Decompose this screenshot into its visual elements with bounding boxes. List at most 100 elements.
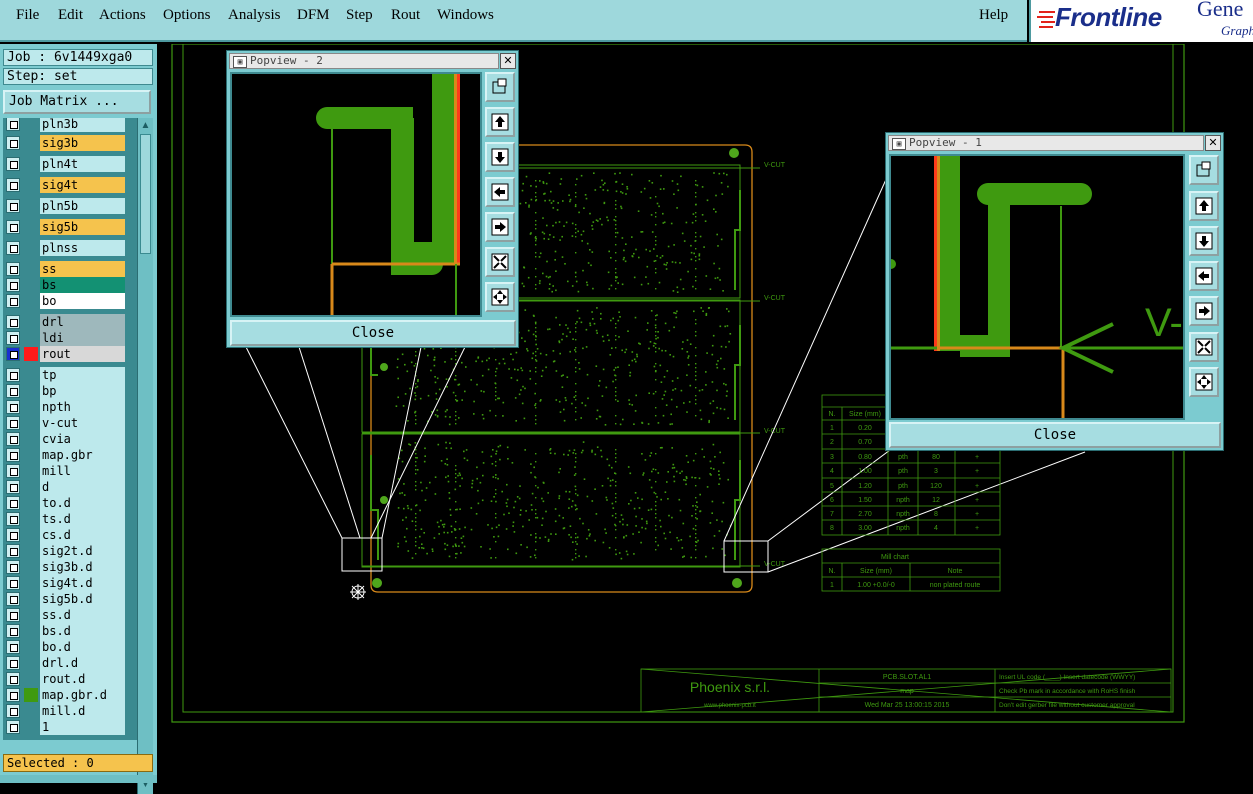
layer-color-swatch[interactable] [24, 720, 38, 734]
layer-checkbox[interactable] [6, 720, 20, 734]
popview-1-window[interactable]: ▣ Popview - 1 ✕ V- Close [885, 132, 1224, 451]
layer-name[interactable]: map.gbr [40, 447, 125, 463]
layer-row[interactable]: sig4t.d [3, 575, 127, 591]
layer-checkbox[interactable] [6, 368, 20, 382]
menu-step[interactable]: Step [346, 7, 373, 24]
layer-row[interactable]: drl.d [3, 655, 127, 671]
zoom-out-icon[interactable] [1189, 332, 1219, 362]
popview-2-titlebar[interactable]: ▣ Popview - 2 [229, 53, 499, 69]
layer-checkbox[interactable] [6, 262, 20, 276]
layer-name[interactable]: sig4t.d [40, 575, 125, 591]
layer-checkbox[interactable] [6, 528, 20, 542]
layer-checkbox[interactable] [6, 640, 20, 654]
layer-name[interactable]: bs [40, 277, 125, 293]
layer-color-swatch[interactable] [24, 704, 38, 718]
layer-name[interactable]: rout [40, 346, 125, 362]
layer-name[interactable]: rout.d [40, 671, 125, 687]
layer-checkbox[interactable] [6, 294, 20, 308]
layer-checkbox[interactable] [6, 544, 20, 558]
popview-1-close-button[interactable]: Close [889, 422, 1221, 448]
zoom-in-icon[interactable] [1189, 367, 1219, 397]
layer-color-swatch[interactable] [24, 241, 38, 255]
layer-color-swatch[interactable] [24, 262, 38, 276]
layer-row[interactable]: drl [3, 314, 127, 330]
layer-name[interactable]: pln4t [40, 156, 125, 172]
layer-color-swatch[interactable] [24, 656, 38, 670]
layer-name[interactable]: sig4t [40, 177, 125, 193]
layer-color-swatch[interactable] [24, 672, 38, 686]
layer-row[interactable]: mill [3, 463, 127, 479]
layer-row[interactable]: npth [3, 399, 127, 415]
menu-file[interactable]: File [16, 7, 39, 24]
layer-row[interactable]: pln4t [3, 156, 127, 172]
layer-name[interactable]: 1 [40, 719, 125, 735]
layer-name[interactable]: pln5b [40, 198, 125, 214]
layer-color-swatch[interactable] [24, 178, 38, 192]
layer-color-swatch[interactable] [24, 220, 38, 234]
layer-row[interactable]: ss.d [3, 607, 127, 623]
pan-down-icon[interactable] [1189, 226, 1219, 256]
popview-2-close-icon[interactable]: ✕ [500, 53, 516, 69]
pan-left-icon[interactable] [485, 177, 515, 207]
layer-name[interactable]: pln3b [40, 118, 125, 132]
layer-color-swatch[interactable] [24, 416, 38, 430]
layer-color-swatch[interactable] [24, 278, 38, 292]
layer-name[interactable]: v-cut [40, 415, 125, 431]
layer-checkbox[interactable] [6, 432, 20, 446]
layer-row[interactable]: tp [3, 367, 127, 383]
layer-name[interactable]: npth [40, 399, 125, 415]
layer-color-swatch[interactable] [24, 448, 38, 462]
layer-row[interactable]: rout [3, 346, 127, 362]
layer-name[interactable]: drl [40, 314, 125, 330]
pan-up-icon[interactable] [485, 107, 515, 137]
layer-checkbox[interactable] [6, 672, 20, 686]
layer-color-swatch[interactable] [24, 331, 38, 345]
layer-name[interactable]: sig5b [40, 219, 125, 235]
layer-name[interactable]: cs.d [40, 527, 125, 543]
layer-row[interactable]: ss [3, 261, 127, 277]
layer-checkbox[interactable] [6, 464, 20, 478]
layer-row[interactable]: to.d [3, 495, 127, 511]
layer-color-swatch[interactable] [24, 544, 38, 558]
layer-checkbox[interactable] [6, 347, 20, 361]
pan-right-icon[interactable] [1189, 296, 1219, 326]
layer-name[interactable]: d [40, 479, 125, 495]
zoom-fit-icon[interactable] [485, 72, 515, 102]
layer-checkbox[interactable] [6, 400, 20, 414]
layer-row[interactable]: sig3b.d [3, 559, 127, 575]
layer-row[interactable]: cvia [3, 431, 127, 447]
job-matrix-button[interactable]: Job Matrix ... [3, 90, 151, 114]
layer-checkbox[interactable] [6, 704, 20, 718]
layer-row[interactable]: 1 [3, 719, 127, 735]
layer-name[interactable]: bo.d [40, 639, 125, 655]
layer-checkbox[interactable] [6, 220, 20, 234]
menu-rout[interactable]: Rout [391, 7, 420, 24]
layer-row[interactable]: bo [3, 293, 127, 309]
layer-name[interactable]: mill.d [40, 703, 125, 719]
layer-row[interactable]: sig3b [3, 135, 127, 151]
layer-row[interactable]: ts.d [3, 511, 127, 527]
layer-color-swatch[interactable] [24, 432, 38, 446]
layer-row[interactable]: sig2t.d [3, 543, 127, 559]
zoom-fit-icon[interactable] [1189, 155, 1219, 185]
layer-color-swatch[interactable] [24, 624, 38, 638]
layer-checkbox[interactable] [6, 688, 20, 702]
popview-2-window[interactable]: ▣ Popview - 2 ✕ Close [226, 50, 519, 348]
layer-color-swatch[interactable] [24, 688, 38, 702]
layer-row[interactable]: bp [3, 383, 127, 399]
layer-checkbox[interactable] [6, 331, 20, 345]
menu-analysis[interactable]: Analysis [228, 7, 281, 24]
layer-name[interactable]: bs.d [40, 623, 125, 639]
layer-checkbox[interactable] [6, 178, 20, 192]
layer-name[interactable]: sig2t.d [40, 543, 125, 559]
menu-options[interactable]: Options [163, 7, 211, 24]
layer-color-swatch[interactable] [24, 118, 38, 131]
layer-color-swatch[interactable] [24, 608, 38, 622]
layer-checkbox[interactable] [6, 384, 20, 398]
menu-actions[interactable]: Actions [99, 7, 146, 24]
layer-checkbox[interactable] [6, 199, 20, 213]
layer-name[interactable]: sig3b [40, 135, 125, 151]
layer-color-swatch[interactable] [24, 384, 38, 398]
layer-row[interactable]: sig5b.d [3, 591, 127, 607]
layer-name[interactable]: drl.d [40, 655, 125, 671]
